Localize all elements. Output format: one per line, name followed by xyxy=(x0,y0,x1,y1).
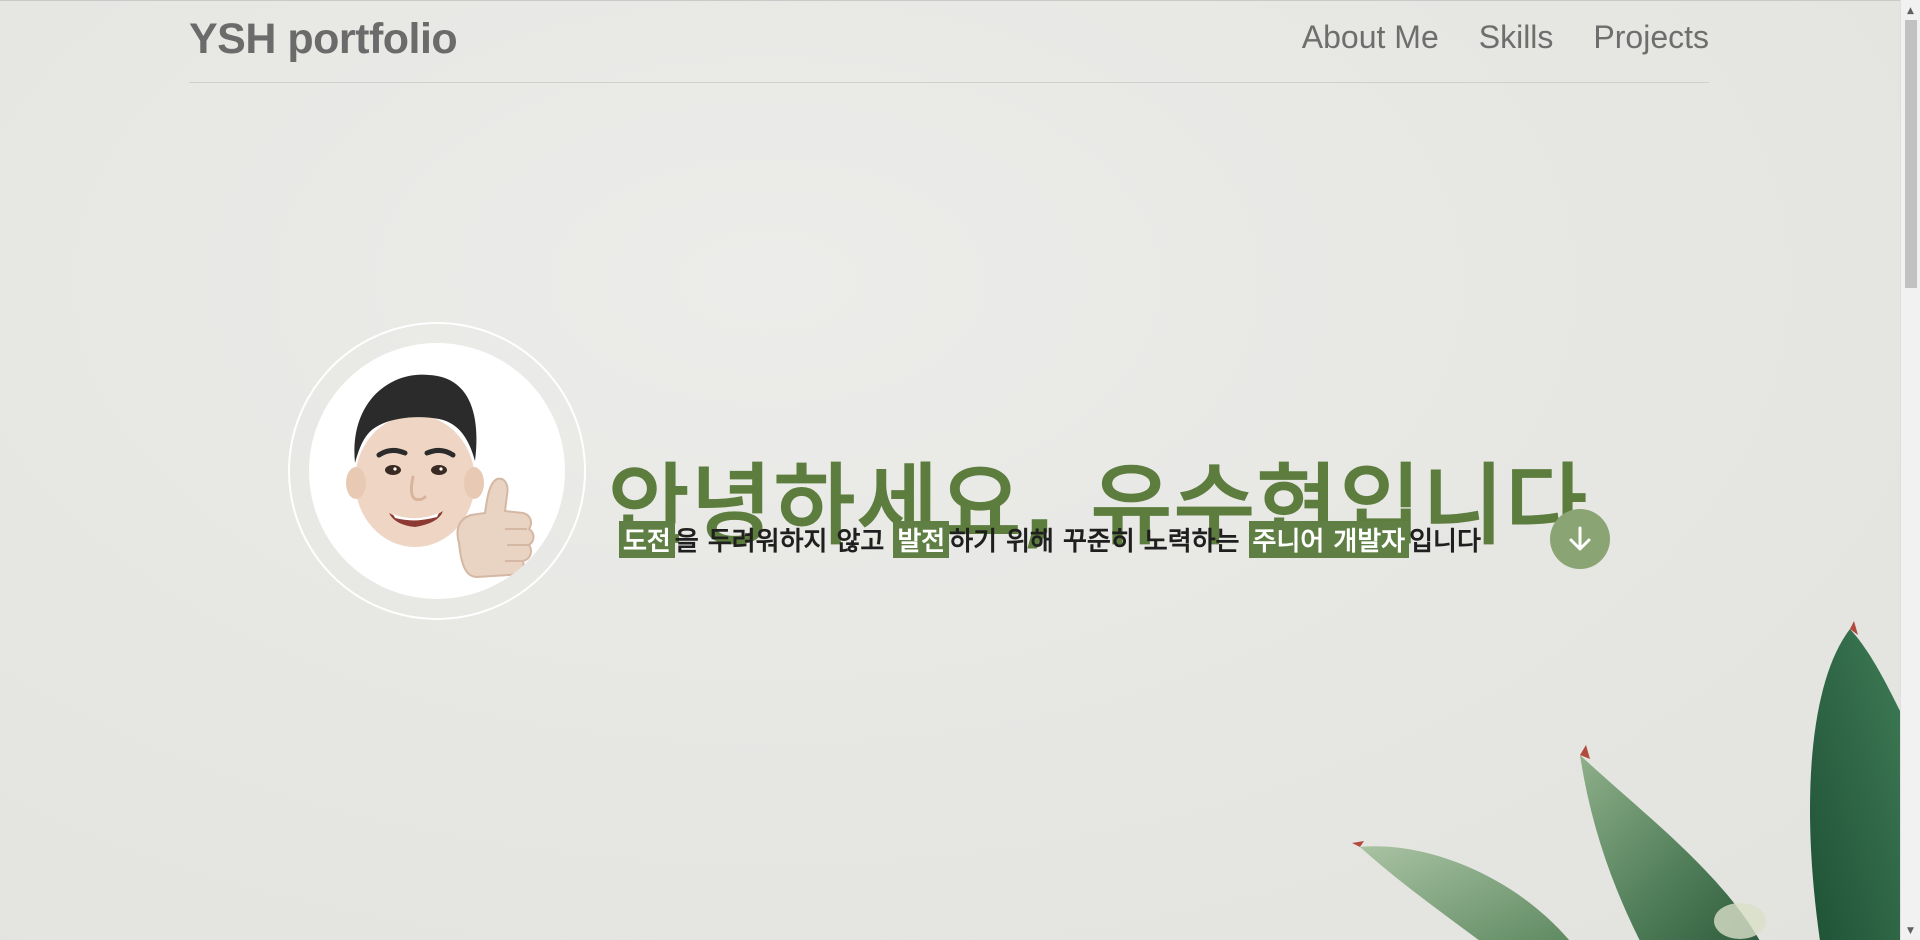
highlight-challenge: 도전 xyxy=(619,521,675,558)
subtitle-text-2: 하기 위해 꾸준히 노력하는 xyxy=(949,527,1249,557)
nav-link-projects[interactable]: Projects xyxy=(1593,19,1709,56)
avatar-ring xyxy=(288,322,586,620)
site-logo[interactable]: YSH portfolio xyxy=(189,15,458,64)
scrollbar-thumb[interactable] xyxy=(1905,20,1917,288)
site-header: YSH portfolio About Me Skills Projects xyxy=(189,1,1709,83)
memoji-avatar-icon xyxy=(346,374,535,579)
arrow-down-icon xyxy=(1569,526,1591,551)
scroll-down-arrow-icon[interactable]: ▼ xyxy=(1901,922,1920,939)
scroll-down-button[interactable] xyxy=(1550,509,1610,569)
page-viewport: YSH portfolio About Me Skills Projects 안… xyxy=(0,0,1900,940)
scroll-up-arrow-icon[interactable]: ▲ xyxy=(1901,2,1920,19)
avatar xyxy=(309,343,565,599)
hero-subtitle: 도전 을 두려워하지 않고 발전 하기 위해 꾸준히 노력하는 주니어 개발자 … xyxy=(619,521,1481,558)
succulent-plant-decoration xyxy=(1352,621,1900,940)
highlight-growth: 발전 xyxy=(893,521,950,558)
subtitle-text-1: 을 두려워하지 않고 xyxy=(674,527,894,557)
subtitle-text-3: 입니다 xyxy=(1409,527,1481,557)
nav-link-skills[interactable]: Skills xyxy=(1479,19,1554,56)
main-nav: About Me Skills Projects xyxy=(1302,19,1709,56)
highlight-junior-developer: 주니어 개발자 xyxy=(1248,521,1410,558)
nav-link-about-me[interactable]: About Me xyxy=(1302,19,1439,56)
vertical-scrollbar[interactable]: ▲ ▼ xyxy=(1900,0,1920,940)
